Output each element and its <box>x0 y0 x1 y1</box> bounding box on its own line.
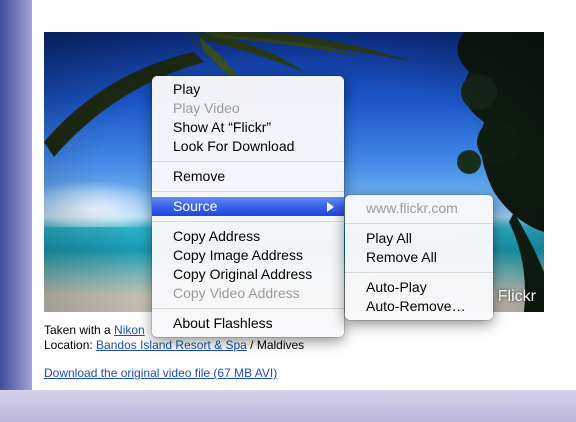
menu-item-copy-original-address[interactable]: Copy Original Address <box>152 265 344 284</box>
submenu-item-auto-remove[interactable]: Auto-Remove… <box>345 297 493 316</box>
location-link[interactable]: Bandos Island Resort & Spa <box>96 338 247 352</box>
taken-with-label: Taken with a <box>44 323 111 337</box>
menu-separator <box>152 191 344 192</box>
submenu-item-source-domain: www.flickr.com <box>366 200 458 216</box>
flickr-watermark: Flickr <box>497 288 536 305</box>
menu-item-source-label: Source <box>173 198 218 214</box>
menu-item-play-video: Play Video <box>173 100 240 116</box>
menu-separator <box>152 221 344 222</box>
menu-item-copy-video-address: Copy Video Address <box>173 285 300 301</box>
camera-link[interactable]: Nikon <box>114 323 145 337</box>
menu-item-copy-image-address[interactable]: Copy Image Address <box>152 246 344 265</box>
menu-separator <box>345 223 493 224</box>
submenu-item-play-all[interactable]: Play All <box>345 229 493 248</box>
desktop-background-left <box>0 0 32 422</box>
menu-item-play[interactable]: Play <box>152 80 344 99</box>
submenu-arrow-icon <box>327 202 334 212</box>
location-caption: Location: Bandos Island Resort & Spa / M… <box>44 338 304 352</box>
location-suffix: / Maldives <box>250 338 305 352</box>
menu-item-about-flashless[interactable]: About Flashless <box>152 314 344 333</box>
menu-item-show-at-flickr[interactable]: Show At “Flickr” <box>152 118 344 137</box>
location-label: Location: <box>44 338 93 352</box>
menu-item-look-for-download[interactable]: Look For Download <box>152 137 344 156</box>
context-menu: Play Play Video Show At “Flickr” Look Fo… <box>152 76 344 337</box>
camera-caption: Taken with a Nikon <box>44 323 145 337</box>
menu-item-copy-address[interactable]: Copy Address <box>152 227 344 246</box>
submenu-item-remove-all[interactable]: Remove All <box>345 248 493 267</box>
menu-separator <box>152 308 344 309</box>
menu-item-remove[interactable]: Remove <box>152 167 344 186</box>
menu-separator <box>345 272 493 273</box>
download-video-link[interactable]: Download the original video file (67 MB … <box>44 366 277 380</box>
menu-separator <box>152 161 344 162</box>
menu-item-source[interactable]: Source <box>152 197 344 216</box>
submenu-item-auto-play[interactable]: Auto-Play <box>345 278 493 297</box>
source-submenu: www.flickr.com Play All Remove All Auto-… <box>345 195 493 320</box>
desktop-background-bottom <box>0 390 576 422</box>
